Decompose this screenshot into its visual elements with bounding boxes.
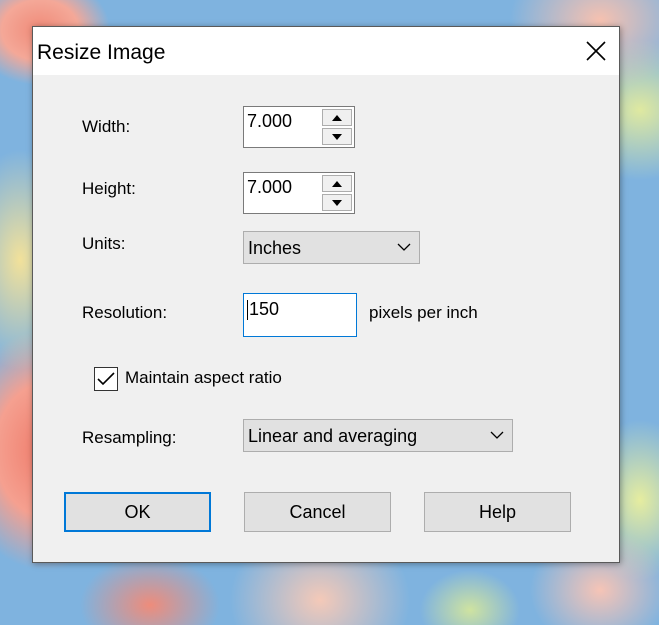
ok-button[interactable]: OK xyxy=(64,492,211,532)
resampling-dropdown[interactable]: Linear and averaging xyxy=(243,419,513,452)
height-label: Height: xyxy=(82,179,136,198)
resampling-value: Linear and averaging xyxy=(248,426,418,446)
width-spin-up-button[interactable] xyxy=(322,109,352,126)
close-button[interactable] xyxy=(573,27,619,75)
resolution-value[interactable]: 150 xyxy=(249,299,279,320)
resolution-input[interactable]: 150 xyxy=(243,293,357,337)
spin-down-icon xyxy=(332,133,342,140)
units-value: Inches xyxy=(248,238,302,258)
height-spin-down-button[interactable] xyxy=(322,194,352,211)
height-value[interactable]: 7.000 xyxy=(247,177,292,198)
text-caret xyxy=(247,300,248,320)
spin-down-icon xyxy=(332,199,342,206)
spin-up-icon xyxy=(332,180,342,187)
resampling-label: Resampling: xyxy=(82,428,177,447)
resolution-unit-label: pixels per inch xyxy=(369,303,478,322)
height-spin-up-button[interactable] xyxy=(322,175,352,192)
resize-image-dialog: Resize Image Width: 7.000 Height: 7.000 … xyxy=(32,26,620,563)
close-icon xyxy=(586,41,606,61)
width-spin-down-button[interactable] xyxy=(322,128,352,145)
title-bar: Resize Image xyxy=(33,27,619,75)
units-label: Units: xyxy=(82,234,126,253)
width-label: Width: xyxy=(82,117,131,136)
cancel-button[interactable]: Cancel xyxy=(244,492,391,532)
spin-up-icon xyxy=(332,114,342,121)
units-dropdown[interactable]: Inches xyxy=(243,231,420,264)
height-spinner[interactable]: 7.000 xyxy=(243,172,355,214)
width-spinner[interactable]: 7.000 xyxy=(243,106,355,148)
dialog-title: Resize Image xyxy=(37,41,166,64)
help-button[interactable]: Help xyxy=(424,492,571,532)
maintain-aspect-label[interactable]: Maintain aspect ratio xyxy=(125,368,282,388)
maintain-aspect-checkbox[interactable] xyxy=(94,367,118,391)
checkmark-icon xyxy=(97,372,115,386)
chevron-down-icon xyxy=(490,431,504,439)
width-value[interactable]: 7.000 xyxy=(247,111,292,132)
chevron-down-icon xyxy=(397,243,411,251)
resolution-label: Resolution: xyxy=(82,303,168,322)
